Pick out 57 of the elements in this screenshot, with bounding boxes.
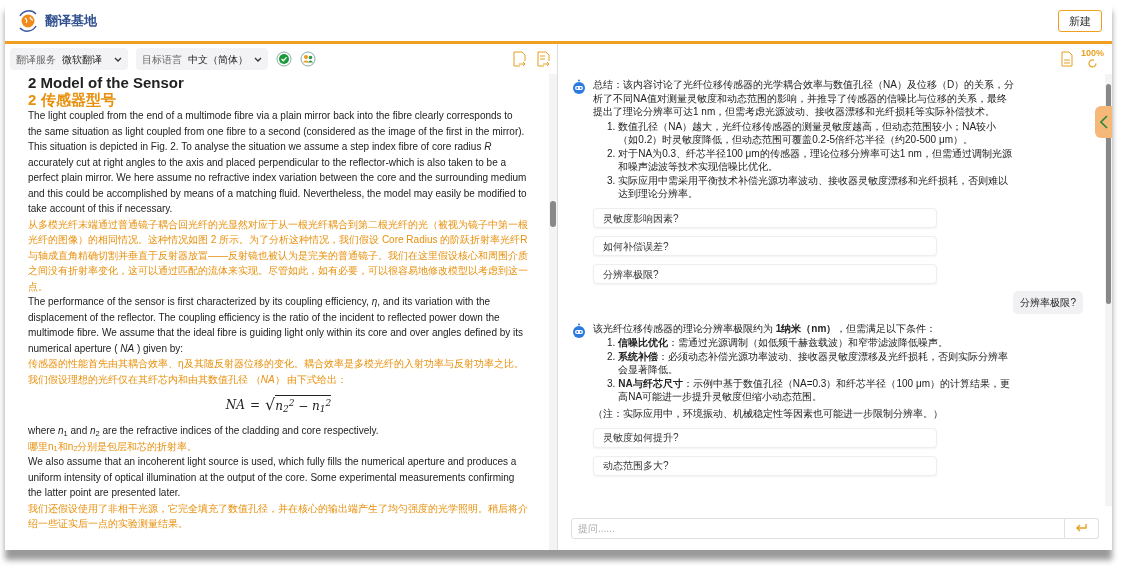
refresh-icon[interactable] — [1087, 58, 1098, 69]
note: （注：实际应用中，环境振动、机械稳定性等因素也可能进一步限制分辨率。） — [593, 406, 944, 420]
section-heading: 2 Model of the Sensor — [28, 74, 185, 91]
section-heading: 2 传感器型号 — [28, 91, 117, 108]
select-field[interactable]: 目标语言 中文（简体） — [136, 48, 268, 70]
check-icon[interactable] — [276, 51, 292, 67]
list-number: 2. — [607, 349, 616, 364]
chevron-down-icon — [114, 56, 122, 62]
robot-icon — [572, 79, 586, 94]
list-item: NA与纤芯尺寸：示例中基于数值孔径（NA=0.3）和纤芯半径（100 μm）的计算结果，更高NA可能进一步提升灵敏度但缩小动态范围。 — [618, 376, 1011, 404]
send-button[interactable] — [1065, 517, 1099, 539]
paragraph: 从多模光纤末端通过普通镜子耦合回光纤的光显然对应于从一根光纤耦合到第二根光纤的光（被视为镜子中第一根光纤的图像）的相同情况。这种情况如图 2 所示。为了分析这种情况，我们假设 Core Radius 的阶跃折射率光纤R与轴成直角精确切割并垂直于反射器放置——反射镜也被认为是完美的普通镜子。我们在这里假设核心和周围介质之间没有折射率变化，这可以通过匹配的流体来实现。尽管如此，如有必要，可以很容易地修改模型以考虑到这一点。 — [28, 217, 529, 294]
list-number: 1. — [607, 119, 616, 134]
list-number: 3. — [607, 376, 616, 391]
user-message: 分辨率极限? — [1013, 290, 1083, 314]
list-item: 数值孔径（NA）越大，光纤位移传感器的测量灵敏度越高，但动态范围较小；NA较小（如0.2）时灵敏度降低，但动态范围可覆盖0.2-5倍纤芯半径（约20-500 μm）。 — [618, 119, 998, 147]
paragraph: 我们还假设使用了非相干光源，它完全填充了数值孔径，并在核心的输出端产生了均匀强度的光学照明。稍后将介绍一些证实后一点的实验测量结果。 — [28, 501, 529, 531]
zoom-level: 100% — [1080, 49, 1104, 58]
export-document-icon[interactable] — [512, 50, 528, 68]
paragraph: where n$_{1}$ and n$_{2}$ are the refractive indices of the cladding and core respectively. — [28, 424, 380, 439]
list-item: 实际应用中需采用平衡技术补偿光源功率波动、接收器灵敏度漂移和光纤损耗，否则难以达到理论分辨率。 — [618, 173, 1010, 201]
send-icon — [1075, 523, 1088, 533]
paragraph: 传感器的性能首先由其耦合效率、η及其随反射器位移的变化。耦合效率是多模光纤的入射功率与反射功率之比。我们假设理想的光纤仅在其纤芯内和由其数值孔径 （NA） 由下式给出： — [28, 357, 525, 387]
suggestion-button[interactable]: 动态范围多大? — [593, 455, 937, 476]
app-name: 翻译基地 — [45, 12, 97, 31]
list-item: 系统补偿：必须动态补偿光源功率波动、接收器灵敏度漂移及光纤损耗，否则实际分辨率会显著降低。 — [618, 349, 1010, 377]
bot-message: 总结：该内容讨论了光纤位移传感器的光学耦合效率与数值孔径（NA）及位移（D）的关系，分析了不同NA值对测量灵敏度和动态范围的影响，并推导了传感器的信噪比与位移的关系，最终提出了理论分辨率可达1 nm，但需考虑光源波动、接收器漂移和光纤损耗等实际补偿技术。 — [593, 78, 1015, 119]
list-item: 对于NA为0.3、纤芯半径100 μm的传感器，理论位移分辨率可达1 nm，但需通过调制光源和噪声滤波等技术实现信噪比优化。 — [618, 146, 1013, 174]
paragraph: 哪里n$_{1}$和n$_{2}$分别是包层和芯的折射率。 — [28, 439, 199, 454]
question-input[interactable]: 提问...... — [571, 517, 1065, 539]
select-label: 翻译服务 — [16, 52, 56, 67]
select-field[interactable]: 翻译服务 微软翻译 — [10, 48, 128, 70]
select-value: 微软翻译 — [62, 52, 103, 67]
collapse-tab[interactable] — [1095, 106, 1112, 138]
scrollbar[interactable] — [1105, 74, 1112, 506]
list-number: 2. — [607, 146, 616, 161]
list-item: 信噪比优化：需通过光源调制（如低频千赫兹载波）和窄带滤波降低噪声。 — [618, 336, 949, 350]
bot-message: 该光纤位移传感器的理论分辨率极限约为 1纳米（nm），但需满足以下条件： — [593, 321, 938, 335]
paragraph: The light coupled from the end of a multimode fibre via a plain mirror back into the fibre clearly corresponds to the same situation as light coupled from one fibre to a second (considered as the image of the first in the mirror). This situation is depicted in Fig. 2. To analyse the situation we assume a step index fibre of core radius R accurately cut at right angles to the axis and placed perpendicular to the reflector-which is also taken to be a perfect plain mirror. We here assume no refractive index variation between the core and the surrounding medium and this could be accomplished by means of a matching fluid. Nevertheless, the model may easily be modified to take account of this if necessary. — [28, 109, 528, 216]
suggestion-button[interactable]: 灵敏度如何提升? — [593, 427, 937, 448]
paragraph: We also assume that an incoherent light source is used, which fully fills the numerical aperture and produces a uniform intensity of optical illumination at the output of the core. Some experimental measurements confirming the latter point are presented later. — [28, 455, 518, 500]
export-document-icon[interactable] — [536, 50, 552, 68]
suggestion-button[interactable]: 如何补偿误差? — [593, 236, 937, 256]
document-icon[interactable] — [1059, 51, 1075, 67]
scrollbar[interactable] — [549, 74, 557, 550]
chevron-down-icon — [254, 56, 262, 62]
select-value: 中文（简体） — [188, 52, 248, 67]
list-number: 1. — [607, 336, 616, 350]
chevron-left-icon — [1099, 115, 1108, 129]
suggestion-button[interactable]: 分辨率极限? — [593, 264, 937, 284]
paragraph: The performance of the sensor is first characterized by its coupling efficiency, η, and its variation with the displacement of the reflector. The coupling efficiency is the ratio of the incident to reflected power down the multimode fibre. We assume that the ideal fibre is guiding light only within its core and over angles defined by its numerical aperture ( NA ) given by: — [28, 295, 525, 356]
robot-icon — [572, 322, 586, 338]
new-button[interactable]: 新建 — [1058, 10, 1102, 32]
list-number: 3. — [607, 173, 616, 188]
select-label: 目标语言 — [142, 52, 182, 67]
people-icon[interactable] — [300, 51, 316, 67]
suggestion-button[interactable]: 灵敏度影响因素? — [593, 208, 937, 228]
